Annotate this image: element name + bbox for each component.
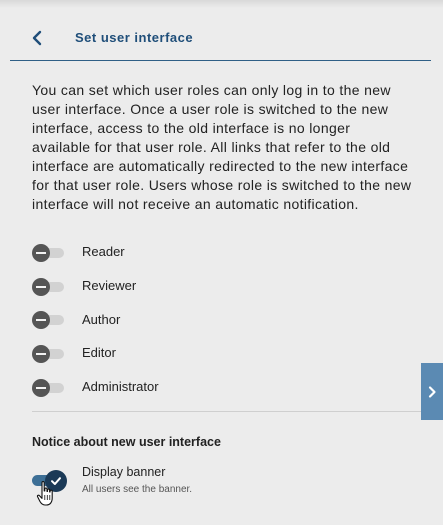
editor-toggle[interactable]: [32, 344, 64, 364]
display-banner-label: Display banner: [82, 465, 166, 479]
role-row-reviewer: Reviewer: [32, 270, 412, 304]
divider: [32, 411, 421, 412]
role-label: Administrator: [82, 379, 159, 395]
back-button[interactable]: [28, 28, 48, 48]
expand-side-panel-button[interactable]: [421, 363, 443, 420]
minus-icon: [32, 345, 50, 364]
minus-icon: [32, 311, 50, 330]
reader-toggle[interactable]: [32, 243, 64, 263]
panel-header: Set user interface: [10, 22, 431, 61]
description-text: You can set which user roles can only lo…: [32, 82, 412, 212]
role-row-editor: Editor: [32, 337, 412, 371]
notice-section-title: Notice about new user interface: [32, 435, 221, 449]
chevron-right-icon: [428, 385, 436, 398]
author-toggle[interactable]: [32, 310, 64, 330]
hand-cursor-icon: [36, 480, 53, 506]
role-row-reader: Reader: [32, 236, 412, 270]
page-title: Set user interface: [75, 30, 194, 45]
role-label: Reviewer: [82, 277, 137, 293]
role-label: Reader: [82, 244, 125, 259]
role-label: Editor: [82, 345, 116, 361]
minus-icon: [32, 243, 50, 262]
minus-icon: [32, 277, 50, 296]
role-row-author: Author: [32, 304, 412, 338]
administrator-toggle[interactable]: [32, 378, 64, 398]
chevron-left-icon: [32, 30, 42, 46]
reviewer-toggle[interactable]: [32, 277, 64, 297]
display-banner-hint: All users see the banner.: [82, 484, 193, 495]
minus-icon: [32, 379, 50, 398]
role-row-administrator: Administrator: [32, 371, 412, 405]
role-list: Reader Reviewer Author Editor Administra…: [32, 236, 412, 405]
top-shadow: [0, 0, 443, 8]
role-label: Author: [82, 311, 121, 327]
